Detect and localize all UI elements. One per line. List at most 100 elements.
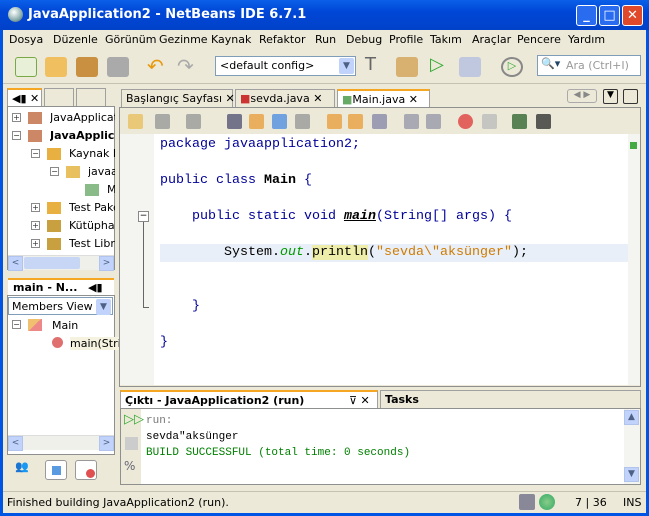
- new-project-icon[interactable]: [45, 57, 67, 77]
- menu-1[interactable]: Düzenle: [53, 33, 98, 46]
- tree-item[interactable]: JavaApplicati: [50, 111, 115, 124]
- scroll-left-icon[interactable]: <: [8, 436, 23, 451]
- find-previous-icon[interactable]: [249, 114, 264, 129]
- menu-2[interactable]: Görünüm: [105, 33, 156, 46]
- close-tab-icon[interactable]: ✕: [409, 93, 418, 106]
- tab-projects[interactable]: ◀▮ ✕: [7, 88, 42, 106]
- stop-icon[interactable]: [125, 437, 138, 450]
- menu-6[interactable]: Run: [315, 33, 336, 46]
- menu-4[interactable]: Kaynak: [211, 33, 251, 46]
- tree-item[interactable]: Kaynak P: [69, 147, 115, 160]
- tab-output[interactable]: Çıktı - JavaApplication2 (run) ⊽ ✕: [120, 390, 378, 408]
- expand-icon[interactable]: +: [31, 221, 40, 230]
- collapse-icon[interactable]: −: [12, 320, 21, 329]
- tree-item[interactable]: Test Pake: [69, 201, 115, 214]
- run-icon[interactable]: ▷: [430, 54, 452, 75]
- document-list-icon[interactable]: ▼: [603, 89, 618, 104]
- debug-icon[interactable]: [459, 57, 481, 77]
- filter-static-icon[interactable]: [75, 460, 97, 480]
- next-bookmark-icon[interactable]: [348, 114, 363, 129]
- menu-5[interactable]: Refaktor: [259, 33, 305, 46]
- maximize-button[interactable]: □: [599, 5, 620, 26]
- nav-item-main-method[interactable]: main(Stri: [70, 337, 121, 350]
- nav-item-main-class[interactable]: Main: [52, 319, 78, 332]
- scroll-left-icon[interactable]: <: [8, 256, 23, 271]
- notification-icon[interactable]: [519, 494, 535, 510]
- collapse-icon[interactable]: −: [12, 131, 21, 140]
- menu-9[interactable]: Takım: [430, 33, 462, 46]
- inheritance-icon[interactable]: 👥: [15, 460, 37, 480]
- scroll-right-icon[interactable]: >: [99, 436, 114, 451]
- build-icon[interactable]: T: [365, 54, 387, 75]
- tab-scroll-icon[interactable]: ◀ ▶: [567, 89, 597, 103]
- tree-item[interactable]: Kütüphar: [69, 219, 115, 232]
- tree-item[interactable]: M: [107, 183, 115, 196]
- output-tab-menu-icon[interactable]: ⊽ ✕: [349, 394, 370, 407]
- menu-12[interactable]: Yardım: [568, 33, 605, 46]
- tree-item[interactable]: Test Libra: [69, 237, 115, 250]
- new-file-icon[interactable]: [15, 57, 37, 77]
- scroll-up-icon[interactable]: ▲: [624, 410, 639, 425]
- tab-main-java[interactable]: ■Main.java ✕: [337, 89, 430, 107]
- collapse-icon[interactable]: −: [50, 167, 59, 176]
- menu-3[interactable]: Gezinme: [159, 33, 208, 46]
- menu-0[interactable]: Dosya: [9, 33, 43, 46]
- last-edit-icon[interactable]: [128, 114, 143, 129]
- horizontal-scrollbar[interactable]: < >: [8, 255, 114, 271]
- clean-build-icon[interactable]: [396, 57, 418, 77]
- save-all-icon[interactable]: [107, 57, 129, 77]
- tab-tasks[interactable]: Tasks: [380, 390, 641, 408]
- code-editor[interactable]: − package javaapplication2; public class …: [120, 134, 628, 385]
- chevron-down-icon[interactable]: ▼: [339, 58, 354, 74]
- maximize-editor-icon[interactable]: [623, 89, 638, 104]
- filter-fields-icon[interactable]: [45, 460, 67, 480]
- update-icon[interactable]: [539, 494, 555, 510]
- toggle-bookmark-icon[interactable]: [372, 114, 387, 129]
- find-icon[interactable]: [227, 114, 242, 129]
- uncomment-icon[interactable]: [536, 114, 551, 129]
- members-view-select[interactable]: Members View ▼: [8, 297, 113, 315]
- close-tab-icon[interactable]: ✕: [313, 92, 322, 105]
- find-next-icon[interactable]: [272, 114, 287, 129]
- rerun-icon[interactable]: ▷▷: [124, 412, 144, 427]
- close-tab-icon[interactable]: ✕: [226, 92, 235, 105]
- undo-icon[interactable]: ↶: [147, 54, 169, 78]
- scroll-down-icon[interactable]: ▼: [624, 467, 639, 482]
- scroll-thumb[interactable]: [24, 257, 80, 269]
- shift-left-icon[interactable]: [404, 114, 419, 129]
- start-macro-icon[interactable]: [458, 114, 473, 129]
- search-input[interactable]: 🔍▾ Ara (Ctrl+I): [537, 55, 641, 76]
- minimize-button[interactable]: _: [576, 5, 597, 26]
- menu-7[interactable]: Debug: [346, 33, 382, 46]
- horizontal-scrollbar[interactable]: < >: [8, 435, 114, 451]
- menu-10[interactable]: Araçlar: [472, 33, 511, 46]
- expand-icon[interactable]: +: [31, 203, 40, 212]
- menu-8[interactable]: Profile: [389, 33, 423, 46]
- expand-icon[interactable]: +: [12, 113, 21, 122]
- fold-icon[interactable]: −: [138, 211, 149, 222]
- previous-bookmark-icon[interactable]: [327, 114, 342, 129]
- forward-icon[interactable]: [186, 114, 201, 129]
- tab-sevda-java[interactable]: ■sevda.java ✕: [235, 89, 335, 107]
- back-icon[interactable]: [155, 114, 170, 129]
- stop-macro-icon[interactable]: [482, 114, 497, 129]
- settings-icon[interactable]: %: [124, 459, 135, 473]
- chevron-down-icon[interactable]: ▼: [96, 299, 111, 315]
- expand-icon[interactable]: +: [31, 239, 40, 248]
- close-button[interactable]: ✕: [622, 5, 643, 26]
- open-project-icon[interactable]: [76, 57, 98, 77]
- scroll-right-icon[interactable]: >: [99, 256, 114, 271]
- collapse-icon[interactable]: −: [31, 149, 40, 158]
- tab-files[interactable]: [44, 88, 74, 106]
- shift-right-icon[interactable]: [426, 114, 441, 129]
- menu-11[interactable]: Pencere: [517, 33, 561, 46]
- tab-services[interactable]: [76, 88, 106, 106]
- tree-item[interactable]: JavaApplic: [50, 129, 115, 142]
- vertical-scrollbar[interactable]: ▲ ▼: [624, 409, 640, 484]
- toggle-highlight-icon[interactable]: [295, 114, 310, 129]
- config-select[interactable]: <default config> ▼: [215, 56, 356, 76]
- redo-icon[interactable]: ↷: [177, 54, 199, 78]
- comment-icon[interactable]: [512, 114, 527, 129]
- profile-icon[interactable]: ▷: [501, 57, 523, 77]
- tab-start-page[interactable]: Başlangıç Sayfası ✕: [121, 89, 235, 107]
